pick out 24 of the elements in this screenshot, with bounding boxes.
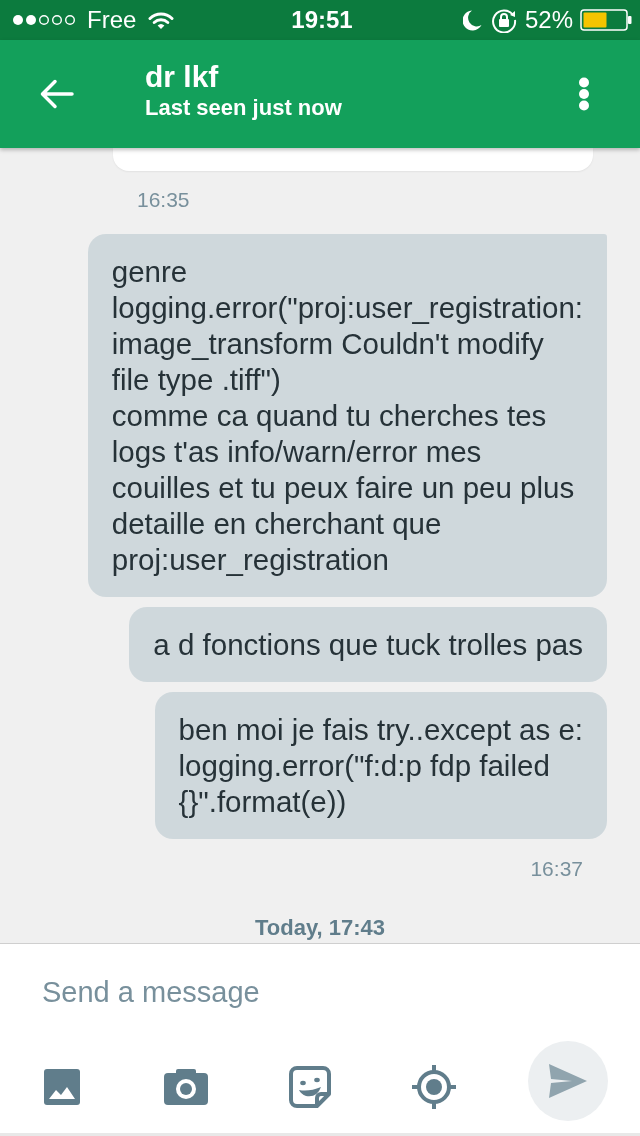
- wifi-icon: [148, 10, 175, 30]
- location-target-icon[interactable]: [411, 1063, 457, 1110]
- sticker-icon[interactable]: [289, 1065, 331, 1108]
- message-time: 16:35: [137, 188, 190, 212]
- message-bubble: a d fonctions que tuck trolles pas: [129, 607, 607, 682]
- last-seen-status: Last seen just now: [145, 94, 342, 122]
- contact-name: dr lkf: [145, 60, 219, 94]
- image-icon[interactable]: [44, 1068, 80, 1105]
- send-icon: [548, 1062, 588, 1099]
- message-time: 16:37: [530, 857, 583, 881]
- clock-time: 19:51: [291, 6, 353, 34]
- moon-icon: [462, 9, 482, 31]
- message-bubble: ben moi je fais try..except as e: logging.error("f:d:p fdp failed {}".format(e)): [154, 692, 607, 839]
- battery-percent: 52%: [524, 6, 573, 34]
- message-bubble: genre logging.error("proj:user_registration: image_transform Couldn't modify file type .tiff") comme ca quand tu cherches tes logs t'as info/warn/error mes couilles et tu peux faire un peu plus detaille en cherchant que proj:user_registration: [87, 234, 607, 597]
- signal-icon: [12, 14, 78, 26]
- date-label: Today, 17:43: [255, 915, 385, 941]
- battery-icon: [580, 9, 632, 31]
- camera-icon[interactable]: [164, 1068, 208, 1105]
- rotation-lock-icon: [490, 7, 517, 33]
- message-input[interactable]: Send a message: [0, 943, 640, 1040]
- more-menu-icon[interactable]: [578, 77, 590, 111]
- carrier-name: Free: [87, 6, 137, 34]
- back-arrow-icon[interactable]: [40, 79, 74, 109]
